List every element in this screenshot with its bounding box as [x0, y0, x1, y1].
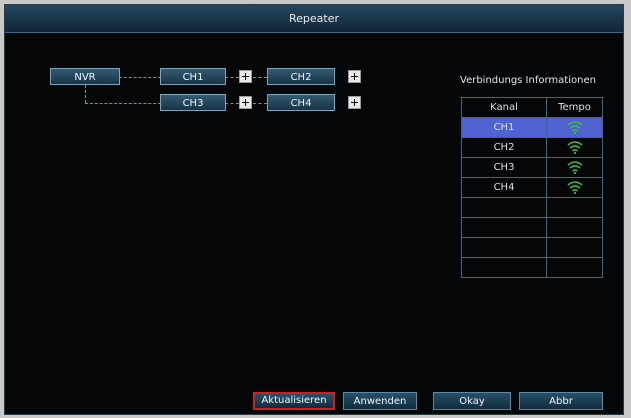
table-row[interactable]: CH2 [461, 137, 603, 158]
channel-node-ch4[interactable]: CH4 [267, 94, 335, 111]
connection-line [225, 77, 239, 78]
apply-button[interactable]: Anwenden [343, 392, 417, 410]
wifi-icon [566, 160, 584, 175]
channel-node-ch1[interactable]: CH1 [160, 68, 226, 85]
nvr-node[interactable]: NVR [50, 68, 120, 85]
speed-cell [546, 117, 603, 138]
connection-line [85, 85, 86, 103]
connection-line [225, 103, 239, 104]
speed-cell [546, 177, 603, 198]
table-row [461, 237, 603, 258]
channel-node-ch2[interactable]: CH2 [267, 68, 335, 85]
channel-cell [461, 197, 547, 218]
refresh-button[interactable]: Aktualisieren [253, 392, 335, 410]
channel-cell: CH3 [461, 157, 547, 178]
speed-cell [546, 237, 603, 258]
table-row[interactable]: CH1 [461, 117, 603, 138]
table-row [461, 217, 603, 238]
wifi-icon [566, 140, 584, 155]
speed-cell [546, 137, 603, 158]
table-row [461, 197, 603, 218]
channel-cell: CH2 [461, 137, 547, 158]
column-header-channel: Kanal [461, 97, 547, 118]
speed-cell [546, 157, 603, 178]
table-row [461, 257, 603, 278]
table-row[interactable]: CH4 [461, 177, 603, 198]
add-repeater-icon[interactable] [239, 70, 252, 83]
channel-node-ch3[interactable]: CH3 [160, 94, 226, 111]
connection-line [253, 103, 267, 104]
connection-table: Kanal Tempo CH1 CH2 CH3 CH4 [461, 97, 603, 278]
channel-cell [461, 237, 547, 258]
connection-line [119, 77, 161, 78]
channel-cell [461, 257, 547, 278]
window-title: Repeater [5, 5, 623, 33]
table-row[interactable]: CH3 [461, 157, 603, 178]
channel-cell: CH1 [461, 117, 547, 138]
connection-line [85, 103, 161, 104]
channel-cell [461, 217, 547, 238]
connection-line [253, 77, 267, 78]
cancel-button[interactable]: Abbr [519, 392, 603, 410]
wifi-icon [566, 120, 584, 135]
ok-button[interactable]: Okay [433, 392, 511, 410]
speed-cell [546, 217, 603, 238]
add-repeater-icon[interactable] [348, 96, 361, 109]
speed-cell [546, 257, 603, 278]
wifi-icon [566, 180, 584, 195]
add-repeater-icon[interactable] [239, 96, 252, 109]
repeater-window: Repeater NVR CH1 CH2 CH3 CH4 Verbindungs… [4, 4, 624, 415]
add-repeater-icon[interactable] [348, 70, 361, 83]
column-header-speed: Tempo [546, 97, 603, 118]
connection-info-title: Verbindungs Informationen [460, 75, 596, 86]
speed-cell [546, 197, 603, 218]
channel-cell: CH4 [461, 177, 547, 198]
